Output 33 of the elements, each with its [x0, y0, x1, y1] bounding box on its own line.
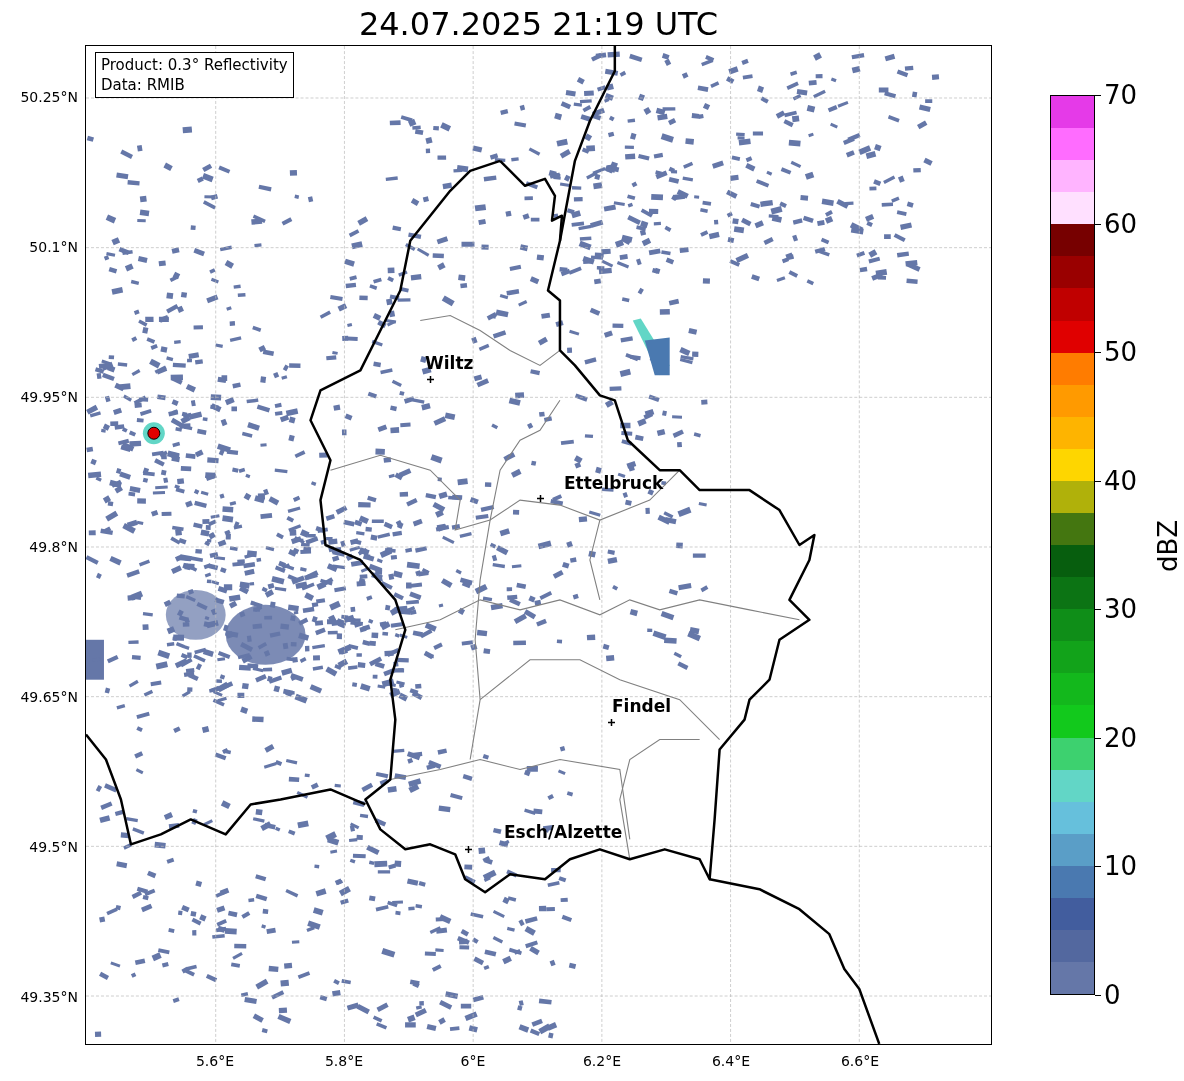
colorbar-tick-label: 30 — [1104, 593, 1138, 626]
x-tick-label: 6.6°E — [839, 1052, 881, 1070]
colorbar-label: dBZ — [1152, 519, 1184, 573]
colorbar-tick-label: 50 — [1104, 336, 1138, 369]
y-tick-label: 49.35°N — [20, 988, 78, 1006]
legend-text: Data: RMIB — [101, 75, 186, 95]
y-tick-label: 50.25°N — [20, 88, 78, 106]
x-tick-label: 6.4°E — [710, 1052, 752, 1070]
y-tick-label: 49.8°N — [29, 538, 78, 556]
y-tick-label: 50.1°N — [29, 238, 78, 256]
cross-marker-icon — [536, 494, 544, 502]
colorbar-tick-label: 10 — [1104, 850, 1138, 883]
colorbar-tick-label: 20 — [1104, 721, 1138, 754]
colorbar-tick-label: 70 — [1104, 79, 1138, 111]
chart-title: 24.07.2025 21:19 UTC — [357, 4, 720, 44]
legend-text: Product: 0.3° Reflectivity — [101, 55, 288, 75]
y-tick-label: 49.5°N — [29, 838, 78, 856]
colorbar-tick-label: 40 — [1104, 464, 1138, 497]
x-tick-label: 5.6°E — [194, 1052, 236, 1070]
cross-marker-icon — [607, 718, 615, 726]
city-label: Ettelbruck — [564, 473, 664, 493]
y-tick-label: 49.95°N — [20, 388, 78, 406]
city-label: Wiltz — [425, 353, 474, 373]
city-label: Findel — [612, 696, 672, 716]
colorbar-tick-label: 60 — [1104, 207, 1138, 240]
city-label: Esch/Alzette — [504, 822, 623, 842]
x-tick-label: 6.2°E — [581, 1052, 623, 1070]
y-tick-label: 49.65°N — [20, 688, 78, 706]
x-tick-label: 6°E — [459, 1052, 487, 1070]
cross-marker-icon — [426, 375, 434, 383]
x-tick-label: 5.8°E — [323, 1052, 365, 1070]
colorbar-tick-label: 0 — [1104, 979, 1121, 1011]
cross-marker-icon — [464, 845, 472, 853]
